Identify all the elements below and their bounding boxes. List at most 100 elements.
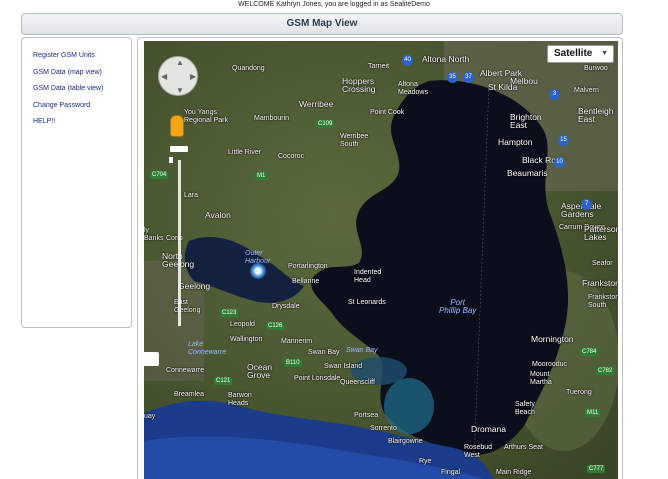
place-label: Hoppers Crossing [342, 76, 376, 94]
place-label: You Yangs Regional Park [184, 109, 228, 124]
place-label: St Leonards [348, 299, 386, 306]
water-label: Swan Bay [346, 347, 378, 354]
road-shield: 15 [558, 135, 569, 146]
pan-right-icon[interactable]: ▶ [190, 72, 196, 81]
place-label: Queenscliff [340, 379, 375, 386]
road-shield: C704 [150, 171, 169, 179]
place-label: Breamlea [174, 391, 204, 398]
place-label: St Kilda [488, 82, 518, 92]
place-label: Lara [184, 192, 199, 199]
place-label: Avalon [205, 210, 231, 220]
place-label: Swan Bay [308, 349, 340, 356]
place-label: Moorooduc [532, 361, 568, 368]
place-label: Mambourin [254, 115, 290, 122]
place-label: Safety Beach [515, 401, 535, 416]
sidebar-item-gsm-data-table-view[interactable]: GSM Data (table view) [33, 85, 131, 93]
place-label: Burwoo [584, 65, 608, 72]
place-label: Hampton [498, 137, 533, 147]
road-shield: C123 [220, 309, 239, 317]
place-label: Frankston [582, 278, 618, 288]
place-label: Indented Head [354, 269, 382, 284]
pan-up-icon[interactable]: ▲ [176, 58, 184, 67]
zoom-out-button[interactable] [143, 352, 159, 366]
zoom-in-button[interactable] [170, 146, 188, 152]
place-label: Mannerim [281, 338, 313, 345]
road-shield: B110 [284, 359, 302, 367]
map-pan-control[interactable]: ▲ ▼ ◀ ▶ [158, 56, 198, 96]
place-label: uay [144, 413, 156, 420]
road-shield: C121 [214, 377, 233, 385]
place-label: Portsea [354, 412, 379, 419]
place-label: Beaumaris [507, 168, 548, 178]
place-label: Connewarre [166, 367, 205, 374]
place-label: Geelong [178, 281, 211, 291]
place-label: Wallington [230, 336, 263, 343]
road-shield: C777 [587, 465, 606, 473]
road-shield: 7 [581, 199, 592, 210]
road-shield: C782 [596, 367, 615, 375]
place-label: Werribee South [340, 133, 369, 148]
place-label: Bentleigh East [578, 106, 614, 124]
place-label: Altona Meadows [398, 81, 428, 96]
road-shield: 10 [554, 157, 565, 168]
road-shield: 37 [463, 72, 474, 83]
map-type-selector[interactable]: Satellite ▼ [547, 45, 614, 63]
page-title: GSM Map View [21, 13, 623, 35]
place-label: Fingal [441, 469, 461, 476]
place-label: Point Cook [370, 109, 405, 116]
place-label: Point Lonsdale [294, 375, 341, 382]
road-shield: M1 [255, 172, 268, 180]
place-label: Malvern [574, 87, 599, 94]
gsm-unit-marker-icon[interactable] [250, 263, 266, 279]
street-view-pegman-icon[interactable] [170, 115, 184, 137]
place-label: Arthurs Seat [504, 444, 543, 451]
place-label: Barwon Heads [228, 392, 252, 407]
sidebar-item-register-gsm-units[interactable]: Register GSM Units [33, 52, 131, 60]
place-label: Rosebud West [464, 444, 493, 459]
place-label: Altona North [422, 54, 470, 64]
place-label: Mornington [531, 334, 574, 344]
place-label: Rye [419, 458, 432, 465]
place-label: Mount Martha [530, 371, 552, 386]
map-terrain [144, 41, 618, 479]
satellite-map[interactable]: Quandong Tarneit Hoppers Crossing Altona… [144, 41, 618, 479]
place-label: Swan Island [324, 363, 363, 370]
place-label: Little River [228, 149, 262, 156]
road-shield: C109 [316, 120, 335, 128]
road-shield: C126 [266, 322, 285, 330]
road-shield: 40 [402, 55, 413, 66]
place-label: Patterson Lakes [584, 224, 618, 242]
pan-down-icon[interactable]: ▼ [176, 86, 184, 95]
sidebar-item-help[interactable]: HELP!! [33, 118, 131, 126]
pan-left-icon[interactable]: ◀ [161, 72, 167, 81]
place-label: Drysdale [272, 303, 300, 310]
place-label: ly Banks [144, 227, 164, 242]
place-label: Seafor [592, 260, 613, 267]
zoom-slider-handle[interactable] [169, 157, 173, 163]
place-label: Cocoroc [278, 153, 305, 160]
place-label: Dromana [471, 424, 506, 434]
place-label: Werribee [299, 99, 334, 109]
place-label: Albert Park [480, 68, 523, 78]
place-label: Blairgowrie [388, 438, 423, 445]
place-label: Quandong [232, 65, 265, 72]
welcome-message: WELCOME Kathryn Jones, you are logged in… [238, 1, 430, 8]
place-label: Ocean Grove [247, 362, 273, 380]
place-label: Sorrento [370, 425, 397, 432]
place-label: Leopold [230, 321, 255, 328]
road-shield: M11 [585, 409, 601, 417]
water-label: Lake Connewarre [188, 341, 227, 356]
chevron-down-icon: ▼ [601, 50, 608, 57]
road-shield: 3 [549, 89, 560, 100]
zoom-slider-track[interactable] [178, 160, 181, 326]
place-label: Bellarine [292, 278, 320, 285]
place-label: Tuerong [566, 389, 592, 396]
place-label: Tarneit [368, 63, 390, 70]
place-label: Frankston South [588, 294, 618, 309]
place-label: Brighton East [510, 112, 542, 130]
map-type-label: Satellite [554, 48, 593, 59]
sidebar-item-gsm-data-map-view[interactable]: GSM Data (map view) [33, 69, 131, 77]
place-label: Portarlington [288, 263, 328, 270]
sidebar-nav: Register GSM Units GSM Data (map view) G… [21, 37, 132, 328]
sidebar-item-change-password[interactable]: Change Password [33, 102, 131, 110]
